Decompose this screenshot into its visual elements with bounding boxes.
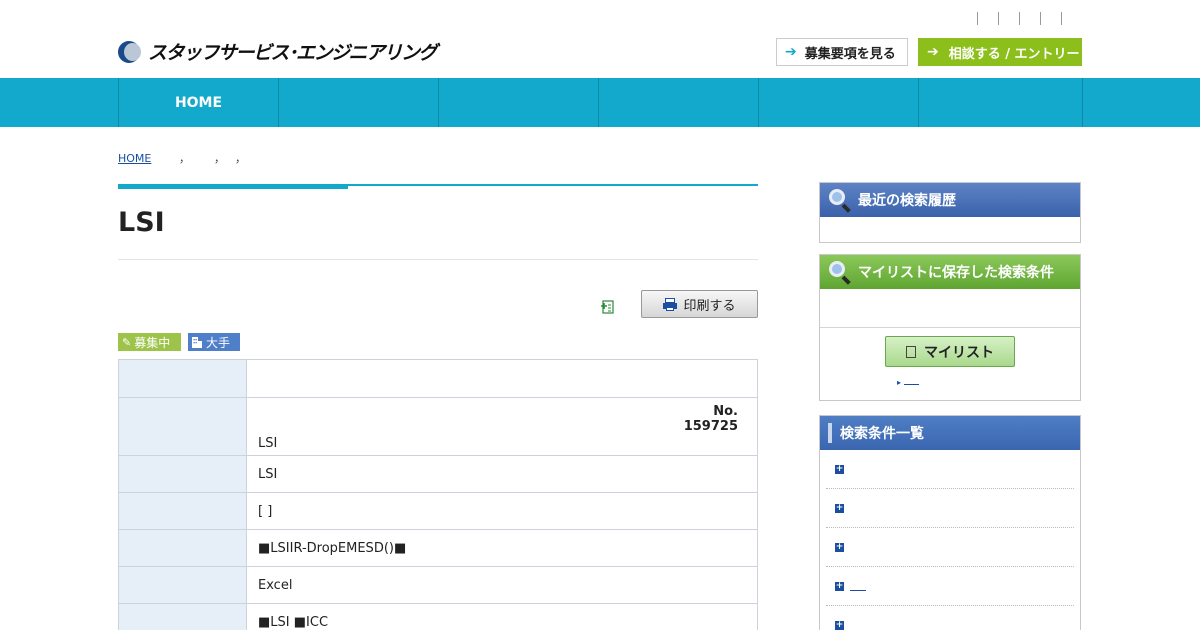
view-requirements-label: 募集要項を見る (804, 46, 896, 62)
table-row: Excel (118, 566, 758, 604)
plus-icon: + (835, 541, 844, 552)
logo-mark-icon (118, 40, 144, 63)
row-value: ■LSIIR-DropEMESD()■ (246, 529, 758, 567)
condition-link[interactable] (850, 581, 866, 591)
row-header (118, 397, 247, 456)
utility-link[interactable] (1019, 12, 1040, 25)
major-badge-label: 大手 (206, 335, 231, 350)
pencil-icon: ✎ (122, 335, 132, 349)
job-detail-table: No. 159725 LSI LSI [ ] ■LSIIR-DropEMESD(… (118, 359, 758, 630)
consult-entry-label: 相談する / エントリー (948, 46, 1080, 62)
condition-item[interactable]: + (826, 606, 1074, 630)
excel-download-icon[interactable] (600, 300, 614, 314)
nav-item[interactable] (919, 78, 1083, 127)
document-icon (906, 345, 916, 358)
search-conditions-box: 検索条件一覧 + + + + + (819, 415, 1081, 630)
saved-conditions-title: マイリストに保存した検索条件 (858, 265, 1054, 281)
magnifier-icon (828, 188, 852, 213)
consult-entry-button[interactable]: ➔ 相談する / エントリー (918, 38, 1082, 66)
view-requirements-button[interactable]: ➔ 募集要項を見る (776, 38, 908, 66)
printer-icon (663, 297, 678, 311)
site-header: スタッフサービス･エンジニアリング ➔ 募集要項を見る ➔ 相談する / エント… (0, 0, 1200, 78)
utility-link[interactable] (977, 12, 998, 25)
divider (118, 259, 758, 260)
print-button[interactable]: 印刷する (641, 290, 758, 318)
plus-icon: + (835, 463, 844, 474)
nav-item[interactable] (599, 78, 759, 127)
breadcrumb-separator: ， (235, 152, 246, 165)
nav-item[interactable] (439, 78, 599, 127)
recruiting-badge: ✎ 募集中 (118, 333, 181, 351)
recruiting-badge-label: 募集中 (134, 335, 171, 350)
mylist-label: マイリスト (924, 344, 994, 361)
plus-icon: + (835, 580, 844, 591)
condition-item[interactable]: + (826, 567, 1074, 606)
utility-link[interactable] (1040, 12, 1061, 25)
recent-search-history-header: 最近の検索履歴 (820, 183, 1080, 217)
print-label: 印刷する (683, 298, 736, 314)
row-header (118, 529, 247, 567)
row-value: LSI (246, 455, 758, 493)
table-row: No. 159725 LSI (118, 397, 758, 456)
utility-link[interactable] (998, 12, 1019, 25)
row-value (246, 359, 758, 398)
condition-item[interactable]: + (826, 450, 1074, 489)
table-row: ■LSI ■ICC (118, 603, 758, 630)
building-icon (192, 337, 202, 348)
row-header (118, 603, 247, 630)
row-value: [ ] (246, 492, 758, 530)
table-row: ■LSIIR-DropEMESD()■ (118, 529, 758, 567)
nav-item[interactable] (279, 78, 439, 127)
arrow-right-icon: ➔ (927, 44, 939, 60)
major-company-badge: 大手 (188, 333, 240, 351)
recent-search-history-title: 最近の検索履歴 (858, 193, 956, 209)
table-row (118, 359, 758, 398)
breadcrumb-separator: ， (179, 152, 190, 165)
saved-conditions-box: マイリストに保存した検索条件 マイリスト ▸ (819, 254, 1081, 401)
utility-link[interactable] (1061, 12, 1082, 25)
condition-item[interactable]: + (826, 528, 1074, 567)
nav-item[interactable] (759, 78, 919, 127)
row-header (118, 492, 247, 530)
row-value: ■LSI ■ICC (246, 603, 758, 630)
site-logo[interactable]: スタッフサービス･エンジニアリング (118, 38, 438, 65)
search-conditions-header: 検索条件一覧 (820, 416, 1080, 450)
row-header (118, 455, 247, 493)
job-number-label: No. (713, 404, 738, 419)
table-row: [ ] (118, 492, 758, 530)
job-number: No. 159725 (684, 404, 738, 434)
page-title: LSI (118, 207, 165, 238)
breadcrumb: HOME ， ， ， (118, 150, 251, 166)
logo-text: スタッフサービス･エンジニアリング (148, 42, 438, 64)
plus-icon: + (835, 619, 844, 630)
header-bar-icon (828, 423, 832, 443)
saved-conditions-header: マイリストに保存した検索条件 (820, 255, 1080, 289)
row-header (118, 359, 247, 398)
mylist-link[interactable]: ▸ (897, 375, 920, 388)
title-rule-accent (118, 184, 348, 189)
magnifier-icon (828, 260, 852, 285)
plus-icon: + (835, 502, 844, 513)
condition-item[interactable]: + (826, 489, 1074, 528)
utility-links (977, 12, 1082, 25)
row-value-text: LSI (258, 436, 278, 451)
row-header (118, 566, 247, 604)
global-nav: HOME (0, 78, 1200, 127)
divider (820, 327, 1080, 328)
mylist-button[interactable]: マイリスト (885, 336, 1015, 367)
triangle-right-icon: ▸ (897, 378, 902, 387)
job-number-value: 159725 (683, 419, 738, 434)
arrow-right-icon: ➔ (785, 44, 797, 60)
row-value: No. 159725 LSI (246, 397, 758, 456)
recent-search-history-box: 最近の検索履歴 (819, 182, 1081, 243)
breadcrumb-separator: ， (214, 152, 225, 165)
row-value: Excel (246, 566, 758, 604)
nav-item-home[interactable]: HOME (119, 78, 279, 127)
search-conditions-title: 検索条件一覧 (840, 426, 924, 442)
breadcrumb-home-link[interactable]: HOME (118, 152, 174, 165)
table-row: LSI (118, 455, 758, 493)
